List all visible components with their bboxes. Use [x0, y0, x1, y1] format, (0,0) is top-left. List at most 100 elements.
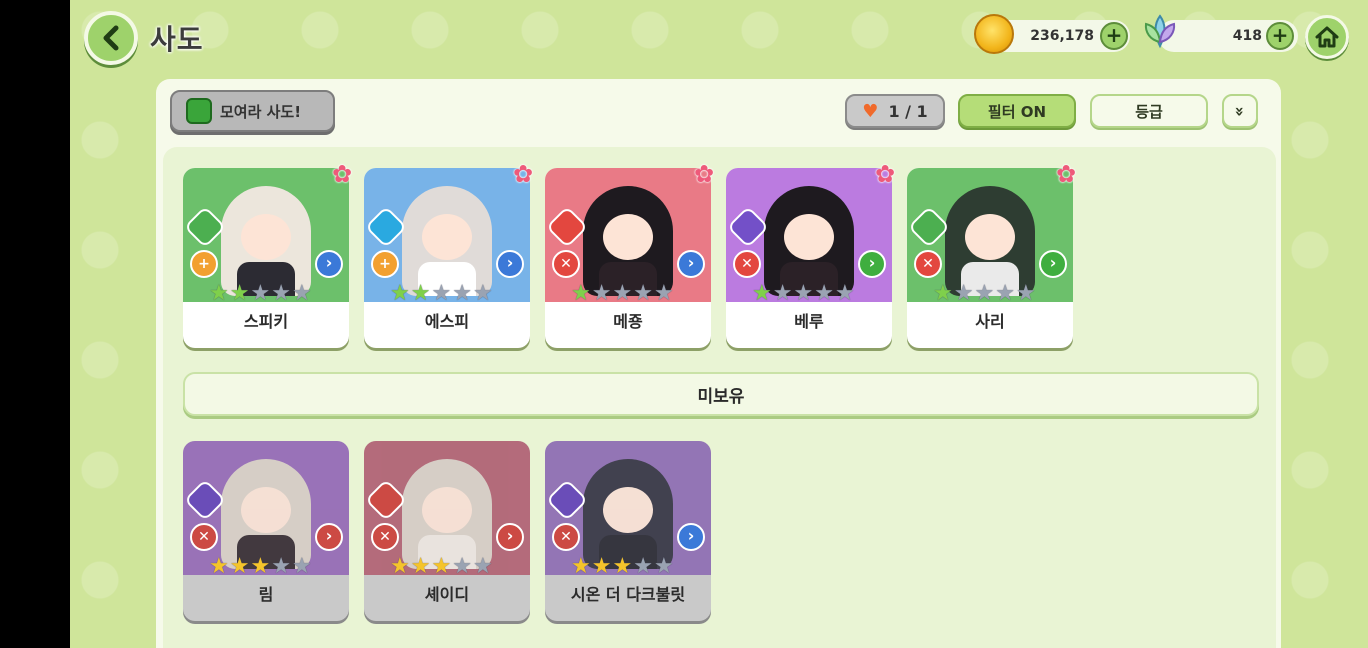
star-icon: ★	[431, 554, 452, 579]
star-icon: ★	[793, 281, 814, 306]
star-icon: ★	[209, 281, 229, 306]
star-icon: ★	[591, 554, 612, 579]
star-icon: ★	[752, 281, 772, 306]
apostle-name: 림	[258, 585, 274, 604]
home-icon	[1315, 26, 1339, 48]
gather-icon	[186, 98, 212, 124]
position-chevron-icon: ›	[315, 250, 343, 278]
apostle-name: 스피키	[243, 312, 289, 331]
star-icon: ★	[250, 554, 271, 579]
favorite-flower-icon: ✿	[874, 160, 896, 188]
star-icon: ★	[772, 281, 793, 306]
sort-order-button[interactable]: »	[1222, 94, 1258, 128]
role-icon: +	[190, 250, 218, 278]
character-art	[583, 459, 673, 569]
role-icon: ✕	[190, 523, 218, 551]
star-icon: ★	[591, 281, 612, 306]
apostle-card[interactable]: ✕ › ★ ★ ★ ★ ★ 베루	[726, 168, 892, 348]
character-face	[603, 214, 653, 260]
star-icon: ★	[571, 281, 591, 306]
character-face	[422, 487, 472, 533]
crystal-leaf-icon	[1144, 14, 1176, 49]
gold-amount: 236,178	[1030, 28, 1094, 44]
unowned-apostle-card[interactable]: ✕ › ★ ★ ★ ★ ★ 셰이디	[364, 441, 530, 621]
star-icon: ★	[291, 281, 312, 306]
character-face	[241, 214, 291, 260]
star-icon: ★	[612, 554, 633, 579]
role-icon: ✕	[733, 250, 761, 278]
star-rating: ★ ★ ★ ★ ★	[571, 283, 674, 305]
role-icon: ✕	[914, 250, 942, 278]
star-icon: ★	[452, 554, 472, 579]
position-chevron-icon: ›	[496, 523, 524, 551]
heart-icon: ♥	[862, 100, 879, 122]
position-chevron-icon: ›	[677, 250, 705, 278]
star-icon: ★	[250, 281, 271, 306]
character-art	[221, 459, 311, 569]
star-rating: ★ ★ ★ ★ ★	[752, 283, 855, 305]
apostle-card[interactable]: + › ★ ★ ★ ★ ★ 에스피	[364, 168, 530, 348]
star-icon: ★	[209, 554, 229, 579]
affection-count: 1 / 1	[888, 101, 928, 121]
favorite-flower-icon: ✿	[693, 160, 715, 188]
affection-counter[interactable]: ♥ 1 / 1	[845, 94, 945, 128]
apostle-card[interactable]: ✕ › ★ ★ ★ ★ ★ 메죵	[545, 168, 711, 348]
role-icon: ✕	[552, 250, 580, 278]
favorite-flower-icon: ✿	[512, 160, 534, 188]
add-gold-button[interactable]: +	[1100, 22, 1128, 50]
star-rating: ★ ★ ★ ★ ★	[933, 283, 1036, 305]
double-chevron-down-icon: »	[1230, 105, 1250, 117]
apostle-name: 셰이디	[424, 585, 470, 604]
position-chevron-icon: ›	[858, 250, 886, 278]
role-icon: +	[371, 250, 399, 278]
star-icon: ★	[472, 554, 493, 579]
star-rating: ★ ★ ★ ★ ★	[390, 283, 493, 305]
star-icon: ★	[452, 281, 472, 306]
favorite-flower-icon: ✿	[1055, 160, 1077, 188]
add-gem-button[interactable]: +	[1266, 22, 1294, 50]
home-button[interactable]	[1305, 15, 1349, 59]
character-face	[422, 214, 472, 260]
apostle-name: 베루	[794, 312, 824, 331]
chevron-left-icon	[103, 25, 119, 51]
star-icon: ★	[291, 554, 312, 579]
star-icon: ★	[814, 281, 834, 306]
star-rating: ★ ★ ★ ★ ★	[390, 556, 493, 578]
character-art	[583, 186, 673, 296]
star-icon: ★	[271, 554, 291, 579]
star-icon: ★	[974, 281, 995, 306]
character-art	[945, 186, 1035, 296]
apostle-card[interactable]: ✕ › ★ ★ ★ ★ ★ 사리	[907, 168, 1073, 348]
filter-button[interactable]: 필터 ON	[958, 94, 1076, 128]
role-icon: ✕	[552, 523, 580, 551]
star-icon: ★	[834, 281, 855, 306]
apostle-name: 시온 더 다크불릿	[570, 585, 686, 604]
unowned-section-header: 미보유	[183, 372, 1259, 416]
star-icon: ★	[410, 554, 431, 579]
page-title: 사도	[150, 23, 204, 56]
position-chevron-icon: ›	[677, 523, 705, 551]
character-art	[221, 186, 311, 296]
star-rating: ★ ★ ★ ★ ★	[571, 556, 674, 578]
position-chevron-icon: ›	[1039, 250, 1067, 278]
character-face	[241, 487, 291, 533]
grade-sort-button[interactable]: 등급	[1090, 94, 1208, 128]
apostle-name: 에스피	[424, 312, 470, 331]
star-icon: ★	[953, 281, 974, 306]
star-icon: ★	[390, 554, 410, 579]
star-icon: ★	[390, 281, 410, 306]
star-icon: ★	[612, 281, 633, 306]
favorite-flower-icon: ✿	[331, 160, 353, 188]
unowned-apostle-card[interactable]: ✕ › ★ ★ ★ ★ ★ 림	[183, 441, 349, 621]
star-icon: ★	[571, 554, 591, 579]
position-chevron-icon: ›	[496, 250, 524, 278]
back-button[interactable]	[84, 11, 138, 65]
gather-label: 모여라 사도!	[220, 102, 302, 121]
star-icon: ★	[229, 554, 250, 579]
gather-apostles-button[interactable]: 모여라 사도!	[170, 90, 335, 132]
unowned-apostle-card[interactable]: ✕ › ★ ★ ★ ★ ★ 시온 더 다크불릿	[545, 441, 711, 621]
apostle-card[interactable]: + › ★ ★ ★ ★ ★ 스피키	[183, 168, 349, 348]
role-icon: ✕	[371, 523, 399, 551]
character-face	[965, 214, 1015, 260]
star-icon: ★	[229, 281, 250, 306]
